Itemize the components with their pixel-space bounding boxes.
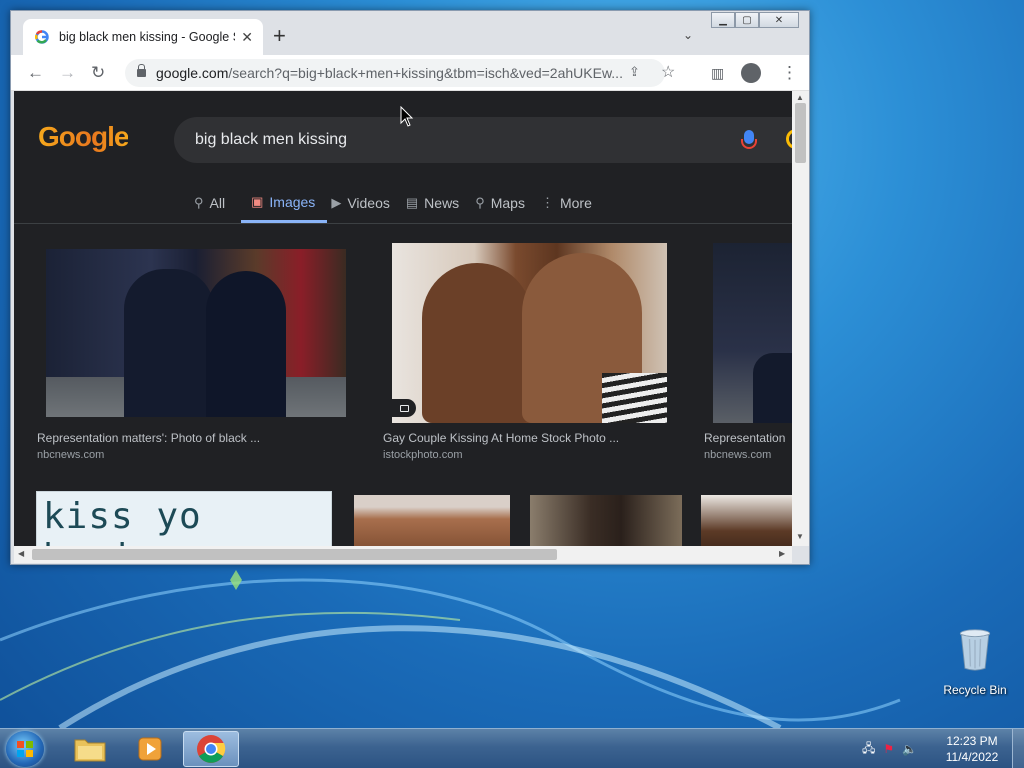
url-text[interactable]: google.com/search?q=big+black+men+kissin… [156, 65, 631, 81]
tab-maps[interactable]: ⚲ Maps [475, 191, 537, 223]
result-thumbnail[interactable] [46, 249, 346, 417]
mouse-cursor-icon [400, 106, 414, 127]
bookmark-star-icon[interactable]: ☆ [661, 62, 675, 82]
start-button[interactable] [6, 731, 44, 767]
clock[interactable]: 12:23 PM 11/4/2022 [930, 733, 1014, 765]
tab-all[interactable]: ⚲ All [194, 191, 237, 223]
taskbar-explorer[interactable] [62, 731, 118, 767]
scroll-left-icon[interactable]: ◀ [18, 549, 24, 558]
scroll-down-icon[interactable]: ▼ [796, 532, 804, 541]
image-result[interactable]: Representation nbcnews.com [680, 241, 792, 476]
recycle-bin-label: Recycle Bin [943, 683, 1007, 697]
tab-news[interactable]: ▤ News [406, 191, 471, 223]
result-thumbnail[interactable] [713, 243, 792, 423]
search-query[interactable]: big black men kissing [195, 131, 347, 149]
image-badge [392, 399, 416, 417]
vertical-scrollbar[interactable]: ▲ ▼ [792, 91, 809, 546]
result-thumbnail[interactable] [530, 495, 682, 546]
horizontal-scrollbar[interactable]: ◀ ▶ [14, 546, 792, 563]
google-favicon-icon [35, 30, 49, 44]
lock-icon [137, 64, 146, 77]
tab-title: big black men kissing - Google S [59, 30, 236, 44]
tab-search-chevron-icon[interactable]: ⌄ [683, 28, 693, 42]
tab-more[interactable]: ⋮ More [541, 191, 604, 223]
google-logo[interactable]: Google [38, 121, 129, 153]
recycle-bin[interactable]: Recycle Bin [940, 628, 1010, 697]
windows-logo-icon [17, 741, 33, 757]
result-source[interactable]: nbcnews.com [37, 449, 104, 461]
scroll-right-icon[interactable]: ▶ [779, 549, 785, 558]
forward-arrow-icon[interactable]: → [59, 63, 76, 83]
image-icon [399, 404, 409, 412]
tabs-divider [14, 223, 792, 224]
action-center-flag-icon[interactable]: ⚑ [883, 742, 894, 756]
search-tabs: ⚲ All ▣ Images ▶ Videos ▤ News ⚲ Maps ⋮ … [194, 191, 608, 223]
tab-videos[interactable]: ▶ Videos [331, 191, 402, 223]
browser-window: ▁ ▢ ✕ big black men kissing - Google S ✕… [10, 10, 810, 565]
result-thumbnail[interactable] [354, 495, 510, 546]
tab-images[interactable]: ▣ Images [241, 191, 328, 223]
map-pin-icon: ⚲ [475, 195, 485, 210]
microphone-icon[interactable] [741, 130, 757, 149]
result-source[interactable]: nbcnews.com [704, 449, 771, 461]
result-thumbnail[interactable] [701, 495, 792, 546]
result-caption[interactable]: Representation matters': Photo of black … [37, 431, 260, 445]
back-arrow-icon[interactable]: ← [27, 63, 44, 83]
side-panel-icon[interactable]: ▥ [711, 63, 724, 83]
browser-tab[interactable]: big black men kissing - Google S ✕ [23, 19, 263, 55]
result-caption[interactable]: Representation [704, 431, 785, 445]
google-images-page: Google big black men kissing ⚲ All ▣ Ima… [14, 91, 792, 546]
image-icon: ▣ [251, 193, 264, 209]
taskbar-chrome[interactable] [183, 731, 239, 767]
video-icon: ▶ [331, 195, 342, 210]
vertical-scroll-thumb[interactable] [795, 103, 806, 163]
media-player-icon [138, 737, 162, 761]
result-source[interactable]: istockphoto.com [383, 449, 462, 461]
clock-time: 12:23 PM [946, 734, 998, 748]
image-result[interactable]: Representation matters': Photo of black … [14, 241, 354, 476]
scroll-up-icon[interactable]: ▲ [796, 93, 804, 102]
tab-strip: big black men kissing - Google S ✕ + ⌄ [11, 11, 809, 55]
folder-icon [74, 739, 106, 762]
more-vertical-icon: ⋮ [540, 195, 554, 210]
search-box[interactable]: big black men kissing [174, 117, 792, 163]
menu-kebab-icon[interactable]: ⋮ [781, 63, 798, 83]
system-tray: 🖧 ⚑ 🔈 [862, 729, 917, 768]
share-icon[interactable]: ⇪ [629, 64, 640, 80]
horizontal-scroll-thumb[interactable] [32, 549, 557, 560]
profile-avatar-icon[interactable] [741, 63, 761, 83]
taskbar: 🖧 ⚑ 🔈 12:23 PM 11/4/2022 [0, 728, 1024, 768]
volume-icon[interactable]: 🔈 [902, 742, 917, 756]
reload-icon[interactable]: ↻ [91, 63, 105, 83]
browser-toolbar: ← → ↻ google.com/search?q=big+black+men+… [11, 55, 809, 91]
new-tab-button[interactable]: + [273, 25, 286, 47]
image-result[interactable]: Gay Couple Kissing At Home Stock Photo .… [360, 241, 680, 476]
tab-close-icon[interactable]: ✕ [241, 29, 253, 46]
search-icon: ⚲ [194, 195, 204, 210]
chrome-icon [197, 735, 226, 763]
show-desktop-button[interactable] [1012, 729, 1024, 768]
result-thumbnail[interactable] [392, 243, 667, 423]
taskbar-media-player[interactable] [122, 731, 178, 767]
clock-date: 11/4/2022 [945, 750, 999, 764]
network-icon[interactable]: 🖧 [862, 739, 875, 760]
result-thumbnail[interactable]: kiss yo homies [36, 491, 332, 546]
recycle-bin-icon [959, 629, 991, 671]
address-bar[interactable]: google.com/search?q=big+black+men+kissin… [125, 59, 675, 87]
news-icon: ▤ [405, 195, 419, 210]
result-caption[interactable]: Gay Couple Kissing At Home Stock Photo .… [383, 431, 619, 445]
